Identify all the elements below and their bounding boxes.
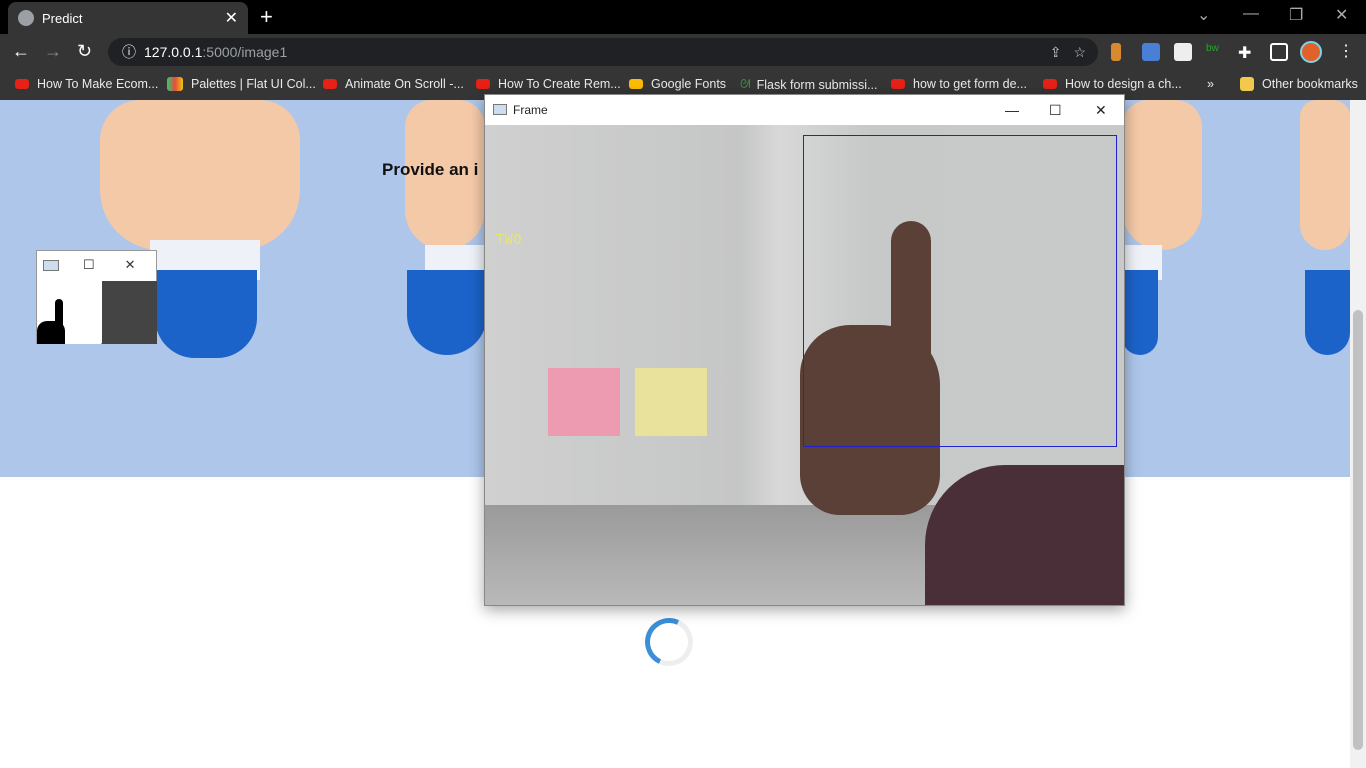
bookmark[interactable]: How To Create Rem... <box>476 77 621 91</box>
maximize-button[interactable]: ☐ <box>1049 102 1062 119</box>
roi-box <box>803 135 1117 447</box>
avatar[interactable] <box>1300 41 1322 63</box>
close-window-button[interactable]: ✕ <box>1335 5 1348 25</box>
sticky-note <box>548 368 620 436</box>
bookmark[interactable]: ᘛ Flask form submissi... <box>740 77 878 92</box>
puzzle-icon[interactable]: ✚ <box>1238 43 1256 62</box>
bw-extension-icon[interactable]: bw <box>1206 43 1224 61</box>
mask-window: ☐ ✕ <box>36 250 157 344</box>
youtube-icon <box>1043 79 1057 89</box>
star-icon[interactable]: ☆ <box>1073 44 1086 61</box>
eyedropper-extension-icon[interactable] <box>1111 43 1121 61</box>
bookmark-label: Flask form submissi... <box>756 77 878 92</box>
other-bookmarks[interactable]: Other bookmarks <box>1240 77 1358 91</box>
bookmark-label: Google Fonts <box>651 77 727 91</box>
tab-strip: Predict ✕ + ⌄ — ❐ ✕ <box>0 0 1366 34</box>
preview-image <box>102 281 157 344</box>
palette-icon <box>167 77 183 91</box>
window-icon <box>493 104 507 115</box>
bookmark[interactable]: how to get form de... <box>891 77 1027 91</box>
toolbar: ← → ↻ ⓘ 127.0.0.1:5000/image1 ⇪ ☆ bw ✚ ⋮ <box>0 34 1366 70</box>
text-extension-icon[interactable] <box>1174 43 1192 61</box>
hand-mask-image <box>37 281 101 344</box>
bookmark-label: How to design a ch... <box>1065 77 1182 91</box>
url-host: 127.0.0.1 <box>144 44 203 60</box>
back-icon[interactable]: ← <box>12 41 30 62</box>
youtube-icon <box>15 79 29 89</box>
frame-window: Frame — ☐ ✕ TWO <box>484 94 1125 606</box>
maximize-button[interactable]: ☐ <box>83 257 95 273</box>
bookmark-label: How To Create Rem... <box>498 77 621 91</box>
share-icon[interactable]: ⇪ <box>1050 44 1062 61</box>
scrollbar-thumb[interactable] <box>1353 310 1363 750</box>
close-button[interactable]: ✕ <box>1095 102 1107 119</box>
close-button[interactable]: ✕ <box>125 257 136 273</box>
new-tab-button[interactable]: + <box>260 4 273 30</box>
minimize-button[interactable]: — <box>1005 102 1019 118</box>
more-bookmarks-button[interactable]: » <box>1207 77 1214 91</box>
restore-button[interactable]: ❐ <box>1289 5 1303 25</box>
google-fonts-icon <box>629 79 643 89</box>
url-path: :5000/image1 <box>202 44 288 60</box>
youtube-icon <box>323 79 337 89</box>
webcam-feed: TWO <box>485 125 1124 605</box>
scrollbar[interactable] <box>1350 100 1366 768</box>
gfg-icon: ᘛ <box>740 77 751 91</box>
page-heading: Provide an i <box>382 160 479 179</box>
bookmark-label: How To Make Ecom... <box>37 77 159 91</box>
bookmark-label: Palettes | Flat UI Col... <box>191 77 316 91</box>
sticky-note <box>635 368 707 436</box>
bookmark-label: Animate On Scroll -... <box>345 77 464 91</box>
folder-icon <box>1240 77 1254 91</box>
bookmark-label: how to get form de... <box>913 77 1027 91</box>
sleeve <box>925 465 1124 605</box>
window-title: Frame <box>513 103 548 117</box>
bookmark[interactable]: How to design a ch... <box>1043 77 1182 91</box>
reload-icon[interactable]: ↻ <box>77 41 92 62</box>
menu-icon[interactable]: ⋮ <box>1338 41 1354 61</box>
bookmark[interactable]: Google Fonts <box>629 77 726 91</box>
bookmark[interactable]: How To Make Ecom... <box>15 77 158 91</box>
minimize-button[interactable]: — <box>1243 5 1259 23</box>
youtube-icon <box>476 79 490 89</box>
window-icon <box>43 259 59 271</box>
info-icon: ⓘ <box>122 44 136 60</box>
prediction-label: TWO <box>496 233 523 248</box>
tab-search-icon[interactable]: ⌄ <box>1197 5 1210 25</box>
tab-predict[interactable]: Predict ✕ <box>8 2 248 34</box>
address-bar[interactable]: ⓘ 127.0.0.1:5000/image1 ⇪ ☆ <box>108 38 1098 66</box>
translate-extension-icon[interactable] <box>1142 43 1160 61</box>
close-tab-icon[interactable]: ✕ <box>225 8 238 28</box>
sidepanel-icon[interactable] <box>1270 43 1288 61</box>
bookmark[interactable]: Animate On Scroll -... <box>323 77 464 91</box>
bookmark-label: Other bookmarks <box>1262 77 1358 91</box>
globe-icon <box>18 10 34 26</box>
forward-icon[interactable]: → <box>44 41 62 62</box>
bookmark[interactable]: Palettes | Flat UI Col... <box>167 77 316 91</box>
tab-title: Predict <box>42 10 83 26</box>
youtube-icon <box>891 79 905 89</box>
